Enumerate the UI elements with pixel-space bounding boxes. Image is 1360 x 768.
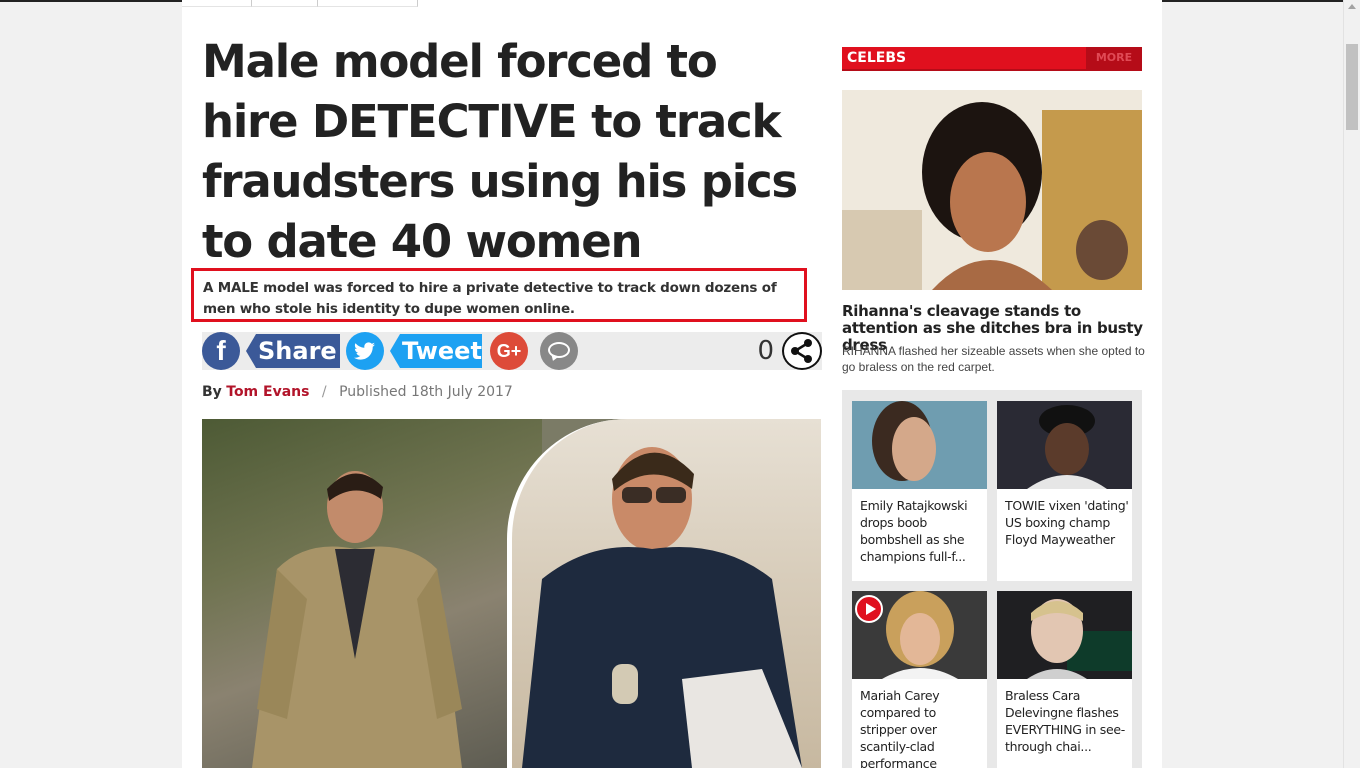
scrollbar-thumb[interactable]: [1346, 44, 1358, 130]
byline-separator: /: [321, 384, 327, 400]
story-thumbnail: [997, 401, 1132, 489]
scroll-up-arrow-icon[interactable]: [1348, 4, 1356, 9]
video-play-icon[interactable]: [855, 595, 883, 623]
more-button[interactable]: MORE: [1086, 47, 1142, 69]
story-thumbnail: [997, 591, 1132, 679]
byline-by: By: [202, 384, 222, 400]
article-standfirst: A MALE model was forced to hire a privat…: [191, 268, 807, 322]
model-figure-right: [522, 447, 802, 768]
story-title: Braless Cara Delevingne flashes EVERYTHI…: [1005, 688, 1125, 754]
story-card[interactable]: Braless Cara Delevingne flashes EVERYTHI…: [997, 591, 1132, 768]
facebook-icon[interactable]: f: [202, 332, 240, 370]
story-title: TOWIE vixen 'dating' US boxing champ Flo…: [1005, 498, 1129, 547]
author-link[interactable]: Tom Evans: [226, 384, 309, 400]
story-title: Mariah Carey compared to stripper over s…: [860, 688, 940, 768]
article-page: Male model forced to hire DETECTIVE to t…: [182, 0, 1162, 768]
story-card[interactable]: Emily Ratajkowski drops boob bombshell a…: [852, 401, 987, 581]
celebs-label: CELEBS: [847, 50, 907, 66]
story-card[interactable]: TOWIE vixen 'dating' US boxing champ Flo…: [997, 401, 1132, 581]
page-scrollbar[interactable]: [1343, 0, 1360, 768]
comment-icon[interactable]: [540, 332, 578, 370]
model-figure-left: [252, 471, 462, 768]
byline: By Tom Evans / Published 18th July 2017: [202, 384, 513, 400]
share-bar: f Share Tweet G+ 0: [202, 332, 822, 370]
share-count: 0: [757, 336, 774, 366]
facebook-share-button[interactable]: Share: [246, 334, 340, 368]
breadcrumb: [182, 0, 422, 8]
share-icon[interactable]: [782, 332, 822, 370]
google-plus-icon[interactable]: G+: [490, 332, 528, 370]
celebs-section-header[interactable]: CELEBS MORE: [842, 47, 1142, 71]
published-date: Published 18th July 2017: [339, 384, 513, 400]
article-hero-image[interactable]: [202, 419, 821, 768]
feature-image[interactable]: [842, 90, 1142, 290]
twitter-icon[interactable]: [346, 332, 384, 370]
story-thumbnail: [852, 401, 987, 489]
feature-description: RIHANNA flashed her sizeable assets when…: [842, 344, 1145, 374]
related-stories-grid: Emily Ratajkowski drops boob bombshell a…: [842, 390, 1142, 768]
story-title: Emily Ratajkowski drops boob bombshell a…: [860, 498, 968, 564]
story-card[interactable]: Mariah Carey compared to stripper over s…: [852, 591, 987, 768]
story-thumbnail: [852, 591, 987, 679]
twitter-tweet-button[interactable]: Tweet: [390, 334, 482, 368]
article-headline: Male model forced to hire DETECTIVE to t…: [202, 35, 798, 268]
